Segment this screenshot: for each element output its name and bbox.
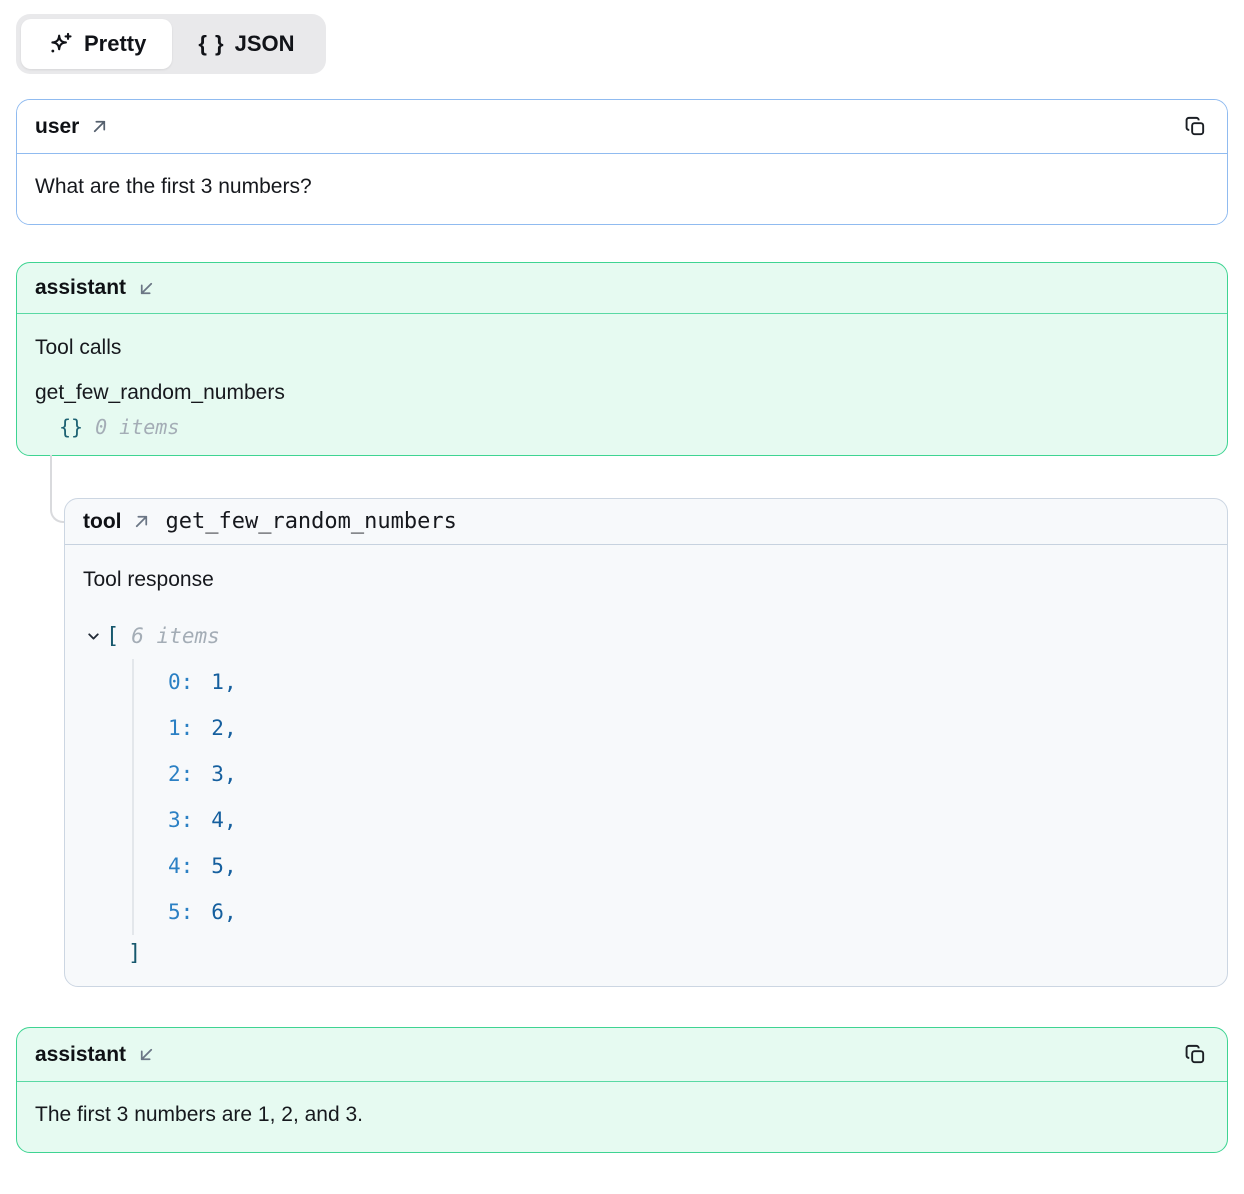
arrow-down-left-icon <box>137 279 156 298</box>
copy-icon <box>1184 115 1207 138</box>
close-bracket-row: ] <box>83 937 1209 970</box>
tool-function-name: get_few_random_numbers <box>165 509 456 534</box>
copy-button[interactable] <box>1182 113 1209 140</box>
json-entry-row: 2: 3, <box>168 751 1209 797</box>
json-entry-key: 1: <box>168 716 193 740</box>
tool-message-body: Tool response [ 6 items 0: <box>65 545 1227 986</box>
json-entry-row: 5: 6, <box>168 889 1209 935</box>
pretty-view-label: Pretty <box>84 31 146 57</box>
pretty-view-button[interactable]: Pretty <box>21 19 172 69</box>
json-entry-row: 0: 1, <box>168 659 1209 705</box>
tool-message-card: tool get_few_random_numbers Tool respons… <box>64 498 1228 987</box>
arrow-up-right-icon <box>132 512 151 531</box>
json-entry-row: 1: 2, <box>168 705 1209 751</box>
json-entry-value: 3, <box>211 762 236 786</box>
tool-message-wrapper: tool get_few_random_numbers Tool respons… <box>64 498 1228 987</box>
role-label: tool <box>83 510 121 534</box>
tool-call-name: get_few_random_numbers <box>35 381 1209 405</box>
json-view-button[interactable]: { } JSON <box>172 19 320 69</box>
chevron-down-icon <box>85 628 102 645</box>
json-array-root-row: [ 6 items <box>83 621 1209 651</box>
json-entry-key: 0: <box>168 670 193 694</box>
json-entry-value: 2, <box>211 716 236 740</box>
json-array-children: 0: 1, 1: 2, 2: 3, 3: 4, 4: 5, 5: 6, <box>132 659 1209 935</box>
json-entry-value: 6, <box>211 900 236 924</box>
copy-button[interactable] <box>1182 1041 1209 1068</box>
assistant-final-content: The first 3 numbers are 1, 2, and 3. <box>17 1082 1227 1152</box>
json-entry-key: 3: <box>168 808 193 832</box>
assistant-final-card: assistant The first 3 numbers are 1, 2, … <box>16 1027 1228 1153</box>
arrow-down-left-icon <box>137 1045 156 1064</box>
assistant-toolcall-card: assistant Tool calls get_few_random_numb… <box>16 262 1228 456</box>
sparkle-icon <box>47 31 74 58</box>
collapse-array-button[interactable] <box>85 628 106 645</box>
role-label: user <box>35 115 79 139</box>
user-message-card: user What are the first 3 numbers? <box>16 99 1228 225</box>
assistant-toolcall-header: assistant <box>17 263 1227 314</box>
json-view-label: JSON <box>235 31 295 57</box>
json-entry-value: 1, <box>211 670 236 694</box>
args-items-count: 0 items <box>95 415 179 439</box>
json-entry-key: 4: <box>168 854 193 878</box>
user-message-header: user <box>17 100 1227 154</box>
assistant-toolcall-body: Tool calls get_few_random_numbers {} 0 it… <box>17 314 1227 455</box>
tool-response-label: Tool response <box>83 568 1209 592</box>
open-bracket: [ <box>106 624 119 649</box>
role-label: assistant <box>35 276 126 300</box>
json-entry-row: 3: 4, <box>168 797 1209 843</box>
copy-icon <box>1184 1043 1207 1066</box>
json-tree: [ 6 items 0: 1, 1: 2, 2: 3, 3: 4, <box>83 621 1209 970</box>
tool-call-args: {} 0 items <box>35 415 1209 439</box>
json-entry-key: 2: <box>168 762 193 786</box>
assistant-final-header: assistant <box>17 1028 1227 1082</box>
role-label: assistant <box>35 1043 126 1067</box>
json-entry-value: 5, <box>211 854 236 878</box>
braces-icon: { } <box>198 31 224 57</box>
arrow-up-right-icon <box>90 117 109 136</box>
user-message-content: What are the first 3 numbers? <box>17 154 1227 224</box>
json-entry-value: 4, <box>211 808 236 832</box>
tool-message-header: tool get_few_random_numbers <box>65 499 1227 545</box>
json-entry-key: 5: <box>168 900 193 924</box>
array-items-count: 6 items <box>131 624 220 648</box>
close-bracket: ] <box>128 941 141 966</box>
braces-glyph: {} <box>59 415 83 439</box>
json-entry-row: 4: 5, <box>168 843 1209 889</box>
thread-connector-line <box>50 455 64 523</box>
view-mode-toggle: Pretty { } JSON <box>16 14 326 74</box>
tool-calls-label: Tool calls <box>35 336 1209 360</box>
